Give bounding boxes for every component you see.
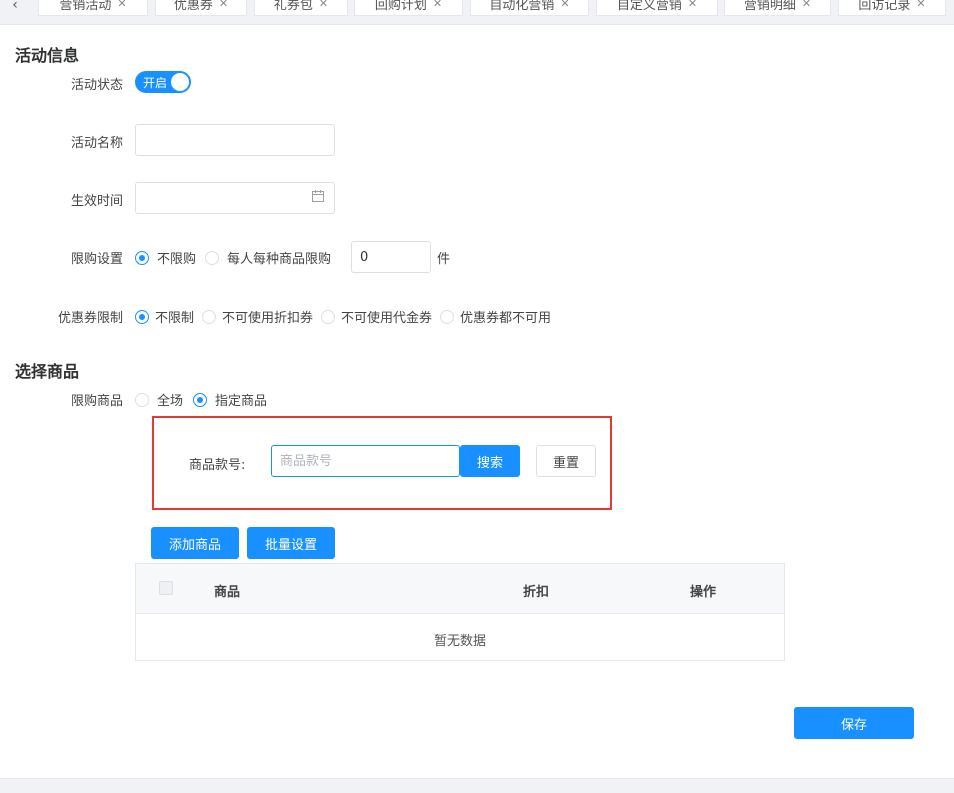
column-header-goods: 商品 <box>214 585 241 600</box>
tab-label: 营销活动 <box>59 0 112 13</box>
close-icon[interactable]: ✕ <box>688 0 697 10</box>
status-label: 活动状态 <box>70 78 123 93</box>
coupon-limit-label: 优惠券限制 <box>57 311 123 326</box>
empty-text: 暂无数据 <box>433 634 486 649</box>
radio-label: 每人每种商品限购 <box>227 252 332 267</box>
tab-gift-pack[interactable]: 礼券包 ✕ <box>254 0 348 16</box>
limit-radio-group: 不限购 每人每种商品限购 <box>135 248 331 267</box>
radio-label: 全场 <box>157 394 184 409</box>
save-button[interactable]: 保存 <box>794 707 914 739</box>
close-icon[interactable]: ✕ <box>319 0 328 10</box>
search-button[interactable]: 搜索 <box>460 445 520 477</box>
tab-label: 营销明细 <box>743 0 796 13</box>
radio-label: 指定商品 <box>215 394 268 409</box>
tab-label: 回购计划 <box>374 0 427 13</box>
name-label: 活动名称 <box>70 136 123 151</box>
time-label: 生效时间 <box>70 194 123 209</box>
search-label: 商品款号: <box>189 458 246 473</box>
limit-label: 限购设置 <box>70 252 123 267</box>
radio-no-discount-coupon[interactable]: 不可使用折扣券 <box>202 307 313 326</box>
table-header: 商品 折扣 操作 <box>136 564 784 614</box>
radio-circle[interactable] <box>135 309 149 324</box>
tab-marketing-activity[interactable]: 营销活动 ✕ <box>38 0 148 16</box>
chevron-left-icon[interactable]: ‹ <box>0 0 30 24</box>
radio-label: 不限制 <box>155 311 195 326</box>
radio-no-cash-coupon[interactable]: 不可使用代金券 <box>321 307 432 326</box>
goods-table: 商品 折扣 操作 暂无数据 <box>135 563 785 661</box>
switch-knob <box>171 73 189 91</box>
close-icon[interactable]: ✕ <box>560 0 569 10</box>
radio-all-goods[interactable]: 全场 <box>135 390 183 409</box>
batch-setting-button[interactable]: 批量设置 <box>247 527 335 559</box>
radio-specified-goods[interactable]: 指定商品 <box>193 390 267 409</box>
radio-circle[interactable] <box>135 392 149 407</box>
limit-quantity-input[interactable] <box>351 241 431 273</box>
limit-unit: 件 <box>437 252 451 267</box>
section-title-select-goods: 选择商品 <box>15 362 80 381</box>
tab-label: 自动化营销 <box>489 0 555 13</box>
add-goods-button[interactable]: 添加商品 <box>151 527 239 559</box>
radio-circle[interactable] <box>202 309 217 324</box>
radio-coupon-no-limit[interactable]: 不限制 <box>135 307 194 326</box>
calendar-icon[interactable] <box>312 190 324 202</box>
activity-status-switch[interactable]: 开启 <box>135 71 191 93</box>
close-icon[interactable]: ✕ <box>916 0 925 10</box>
radio-label: 优惠券都不可用 <box>460 311 552 326</box>
radio-no-coupon-at-all[interactable]: 优惠券都不可用 <box>440 307 551 326</box>
effective-time-input[interactable] <box>135 182 335 214</box>
tab-bar: ‹ 营销活动 ✕ 优惠券 ✕ 礼券包 ✕ 回购计划 ✕ 自动化营销 ✕ 自定义营销 ✕ 营销… <box>0 0 954 25</box>
tab-label: 礼券包 <box>273 0 313 13</box>
tab-visit-record[interactable]: 回访记录 ✕ <box>838 0 946 16</box>
tab-label: 回访记录 <box>858 0 911 13</box>
tab-coupon[interactable]: 优惠券 ✕ <box>155 0 247 16</box>
product-code-input[interactable] <box>271 445 460 477</box>
radio-label: 不可使用折扣券 <box>222 311 314 326</box>
close-icon[interactable]: ✕ <box>219 0 228 10</box>
switch-text: 开启 <box>143 76 168 90</box>
radio-circle[interactable] <box>440 309 455 324</box>
footer-bar <box>0 778 954 793</box>
select-all-checkbox[interactable] <box>159 581 173 595</box>
tab-label: 自定义营销 <box>616 0 682 13</box>
reset-button[interactable]: 重置 <box>536 445 596 477</box>
goods-radio-group: 全场 指定商品 <box>135 390 267 409</box>
tab-marketing-detail[interactable]: 营销明细 ✕ <box>724 0 831 16</box>
tab-label: 优惠券 <box>173 0 213 13</box>
column-header-actions: 操作 <box>690 585 717 600</box>
radio-circle[interactable] <box>135 250 149 265</box>
radio-label: 不可使用代金券 <box>341 311 433 326</box>
section-title-activity-info: 活动信息 <box>15 46 80 65</box>
radio-label: 不限购 <box>157 252 197 267</box>
close-icon[interactable]: ✕ <box>117 0 126 10</box>
radio-no-limit[interactable]: 不限购 <box>135 248 196 267</box>
radio-circle[interactable] <box>193 392 208 407</box>
radio-circle[interactable] <box>205 250 220 265</box>
close-icon[interactable]: ✕ <box>433 0 442 10</box>
radio-circle[interactable] <box>321 309 336 324</box>
close-icon[interactable]: ✕ <box>802 0 811 10</box>
radio-per-person-limit[interactable]: 每人每种商品限购 <box>205 248 331 267</box>
tab-auto-marketing[interactable]: 自动化营销 ✕ <box>470 0 589 16</box>
column-header-discount: 折扣 <box>523 585 550 600</box>
tab-custom-marketing[interactable]: 自定义营销 ✕ <box>596 0 718 16</box>
coupon-radio-group: 不限制 不可使用折扣券 不可使用代金券 优惠券都不可用 <box>135 307 551 326</box>
tab-repurchase-plan[interactable]: 回购计划 ✕ <box>354 0 463 16</box>
activity-name-input[interactable] <box>135 124 335 156</box>
goods-label: 限购商品 <box>70 394 123 409</box>
